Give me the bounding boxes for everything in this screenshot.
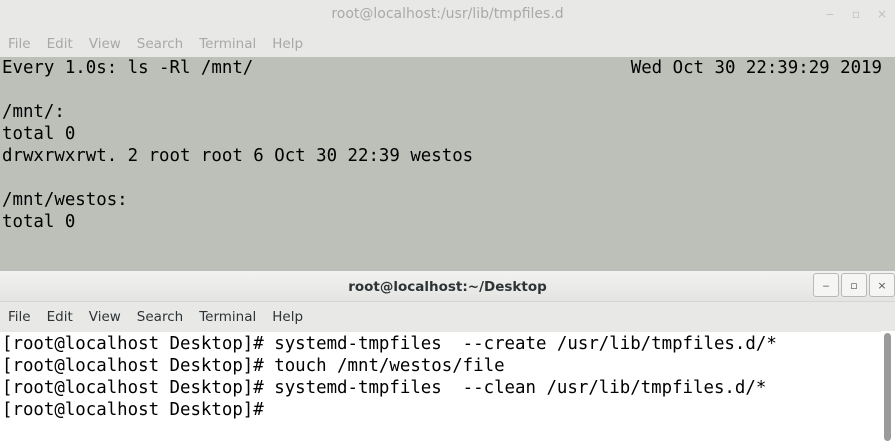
title-bar[interactable]: root@localhost:~/Desktop ‒ ▫ × <box>0 271 895 302</box>
menu-edit[interactable]: Edit <box>47 309 73 325</box>
menu-edit[interactable]: Edit <box>47 36 73 52</box>
window-controls: ‒ ▫ × <box>813 273 895 297</box>
watch-timestamp: Wed Oct 30 22:39:29 2019 <box>630 58 882 78</box>
menu-bar: File Edit View Search Terminal Help <box>0 30 895 57</box>
maximize-icon[interactable]: ▫ <box>841 273 867 297</box>
menu-help[interactable]: Help <box>272 309 303 325</box>
output-line: /mnt/westos: <box>2 190 128 210</box>
terminal-input-area[interactable]: [root@localhost Desktop]# systemd-tmpfil… <box>2 333 880 421</box>
command-prompt[interactable]: [root@localhost Desktop]# <box>2 399 880 421</box>
command-line: [root@localhost Desktop]# touch /mnt/wes… <box>2 356 505 376</box>
scrollbar[interactable] <box>881 331 895 445</box>
window-title: root@localhost:/usr/lib/tmpfiles.d <box>331 6 564 22</box>
window-title: root@localhost:~/Desktop <box>348 279 547 295</box>
command-line: [root@localhost Desktop]# systemd-tmpfil… <box>2 334 777 354</box>
output-line: /mnt/: <box>2 102 65 122</box>
menu-view[interactable]: View <box>89 36 121 52</box>
menu-file[interactable]: File <box>8 36 31 52</box>
close-icon[interactable]: × <box>875 7 889 21</box>
terminal-output[interactable]: Every 1.0s: ls -Rl /mnt/ Wed Oct 30 22:3… <box>2 57 882 233</box>
menu-help[interactable]: Help <box>272 36 303 52</box>
minimize-icon[interactable]: ‒ <box>823 7 837 21</box>
scrollbar-thumb[interactable] <box>884 333 891 441</box>
title-bar[interactable]: root@localhost:/usr/lib/tmpfiles.d ‒ ▫ × <box>0 0 895 30</box>
menu-search[interactable]: Search <box>137 309 183 325</box>
menu-terminal[interactable]: Terminal <box>199 309 256 325</box>
menu-file[interactable]: File <box>8 309 31 325</box>
close-icon[interactable]: × <box>869 273 895 297</box>
maximize-icon[interactable]: ▫ <box>849 7 863 21</box>
menu-bar: File Edit View Search Terminal Help <box>0 302 895 332</box>
minimize-icon[interactable]: ‒ <box>813 273 839 297</box>
desktop-terminal-window[interactable]: root@localhost:~/Desktop ‒ ▫ × File Edit… <box>0 270 895 445</box>
output-line: total 0 <box>2 124 76 144</box>
output-line: total 0 <box>2 212 76 232</box>
window-controls: ‒ ▫ × <box>823 7 889 21</box>
watch-command: Every 1.0s: ls -Rl /mnt/ <box>2 58 254 78</box>
menu-search[interactable]: Search <box>137 36 183 52</box>
command-line: [root@localhost Desktop]# systemd-tmpfil… <box>2 378 767 398</box>
menu-terminal[interactable]: Terminal <box>199 36 256 52</box>
watch-terminal-window[interactable]: root@localhost:/usr/lib/tmpfiles.d ‒ ▫ ×… <box>0 0 895 270</box>
menu-view[interactable]: View <box>89 309 121 325</box>
watch-header: Every 1.0s: ls -Rl /mnt/ Wed Oct 30 22:3… <box>2 57 882 79</box>
output-line: drwxrwxrwt. 2 root root 6 Oct 30 22:39 w… <box>2 146 474 166</box>
